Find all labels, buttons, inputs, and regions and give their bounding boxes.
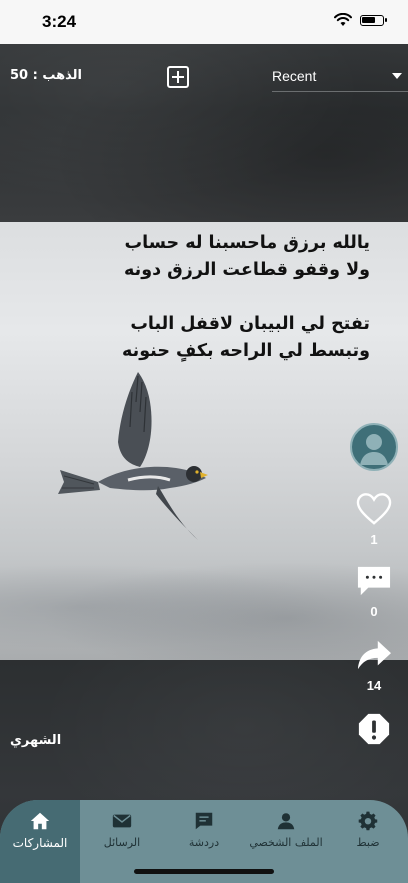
tab-label: الرسائل	[103, 836, 141, 849]
poem-text: يالله برزق ماحسبنا له حساب ولا وقفو قطاع…	[80, 230, 370, 365]
sort-selected-value: Recent	[272, 68, 317, 84]
poem-line: ولا وقفو قطاعت الرزق دونه	[124, 260, 370, 280]
wifi-icon	[334, 13, 352, 26]
add-post-button[interactable]	[167, 66, 189, 88]
author-name[interactable]: الشهري	[10, 733, 61, 748]
person-icon	[277, 813, 295, 830]
home-indicator	[134, 869, 274, 874]
share-count: 14	[366, 678, 382, 693]
like-button[interactable]: 1	[350, 492, 398, 547]
person-icon	[360, 434, 388, 465]
tab-settings[interactable]: ضبط	[328, 810, 408, 849]
gear-icon	[358, 811, 378, 831]
comment-button[interactable]: 0	[350, 564, 398, 619]
chat-icon	[195, 812, 213, 830]
share-icon	[357, 640, 391, 670]
sort-dropdown[interactable]: Recent	[272, 62, 408, 92]
falcon-illustration	[58, 372, 208, 540]
heart-icon	[356, 493, 392, 525]
tab-profile[interactable]: الملف الشخصي	[246, 810, 326, 849]
comment-count: 0	[370, 604, 378, 619]
tab-label: دردشة	[188, 836, 220, 849]
gold-balance: الذهب : 50	[10, 68, 82, 83]
status-time: 3:24	[42, 12, 77, 31]
tab-messages[interactable]: الرسائل	[82, 810, 162, 849]
share-button[interactable]: 14	[350, 638, 398, 693]
tab-label: المشاركات	[12, 836, 68, 850]
chevron-down-icon	[392, 73, 402, 79]
mail-icon	[112, 814, 132, 828]
battery-icon	[360, 15, 387, 26]
tab-label: ضبط	[356, 836, 380, 849]
background-haze	[0, 552, 408, 660]
post-image[interactable]: يالله برزق ماحسبنا له حساب ولا وقفو قطاع…	[0, 222, 408, 660]
poem-line: تفتح لي البيبان لاقفل الباب	[130, 314, 370, 334]
tab-posts[interactable]: المشاركات	[0, 810, 80, 850]
report-button[interactable]	[350, 712, 398, 750]
author-avatar[interactable]	[350, 423, 398, 471]
comment-icon	[357, 566, 391, 596]
tab-label: الملف الشخصي	[249, 836, 323, 849]
alert-icon	[358, 713, 390, 745]
home-icon	[30, 812, 50, 830]
tab-chat[interactable]: دردشة	[164, 810, 244, 849]
poem-line: وتبسط لي الراحه بكفٍ حنونه	[122, 341, 370, 361]
status-bar: 3:24	[0, 0, 408, 44]
like-count: 1	[370, 532, 378, 547]
poem-line: يالله برزق ماحسبنا له حساب	[124, 233, 370, 253]
